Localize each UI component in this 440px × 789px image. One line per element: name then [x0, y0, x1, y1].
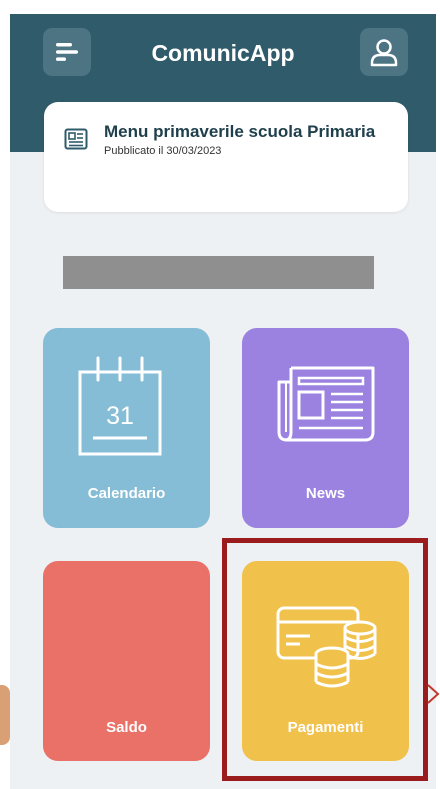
calendar-label: Calendario	[87, 485, 166, 502]
arrow-icon	[427, 684, 440, 704]
newspaper-icon	[277, 366, 375, 442]
app-screen: ComunicApp Menu primaverile scuola Prima…	[10, 14, 436, 789]
redacted-banner	[63, 256, 374, 289]
newspaper-icon	[64, 128, 88, 150]
user-profile-button[interactable]	[360, 28, 408, 76]
notice-date: Pubblicato il 30/03/2023	[104, 145, 222, 157]
news-label: News	[305, 485, 346, 502]
highlight-box	[222, 538, 428, 781]
balance-label: Saldo	[106, 719, 147, 736]
calendar-tile[interactable]: 31 Calendario	[43, 328, 210, 528]
news-tile[interactable]: News	[242, 328, 409, 528]
calendar-icon: 31	[78, 356, 162, 456]
latest-notice-card[interactable]: Menu primaverile scuola Primaria Pubblic…	[44, 102, 408, 212]
background-decoration	[0, 685, 10, 745]
user-icon	[370, 39, 398, 67]
notice-title: Menu primaverile scuola Primaria	[104, 122, 376, 141]
balance-tile[interactable]: Saldo	[43, 561, 210, 761]
calendar-day-number: 31	[106, 402, 134, 430]
